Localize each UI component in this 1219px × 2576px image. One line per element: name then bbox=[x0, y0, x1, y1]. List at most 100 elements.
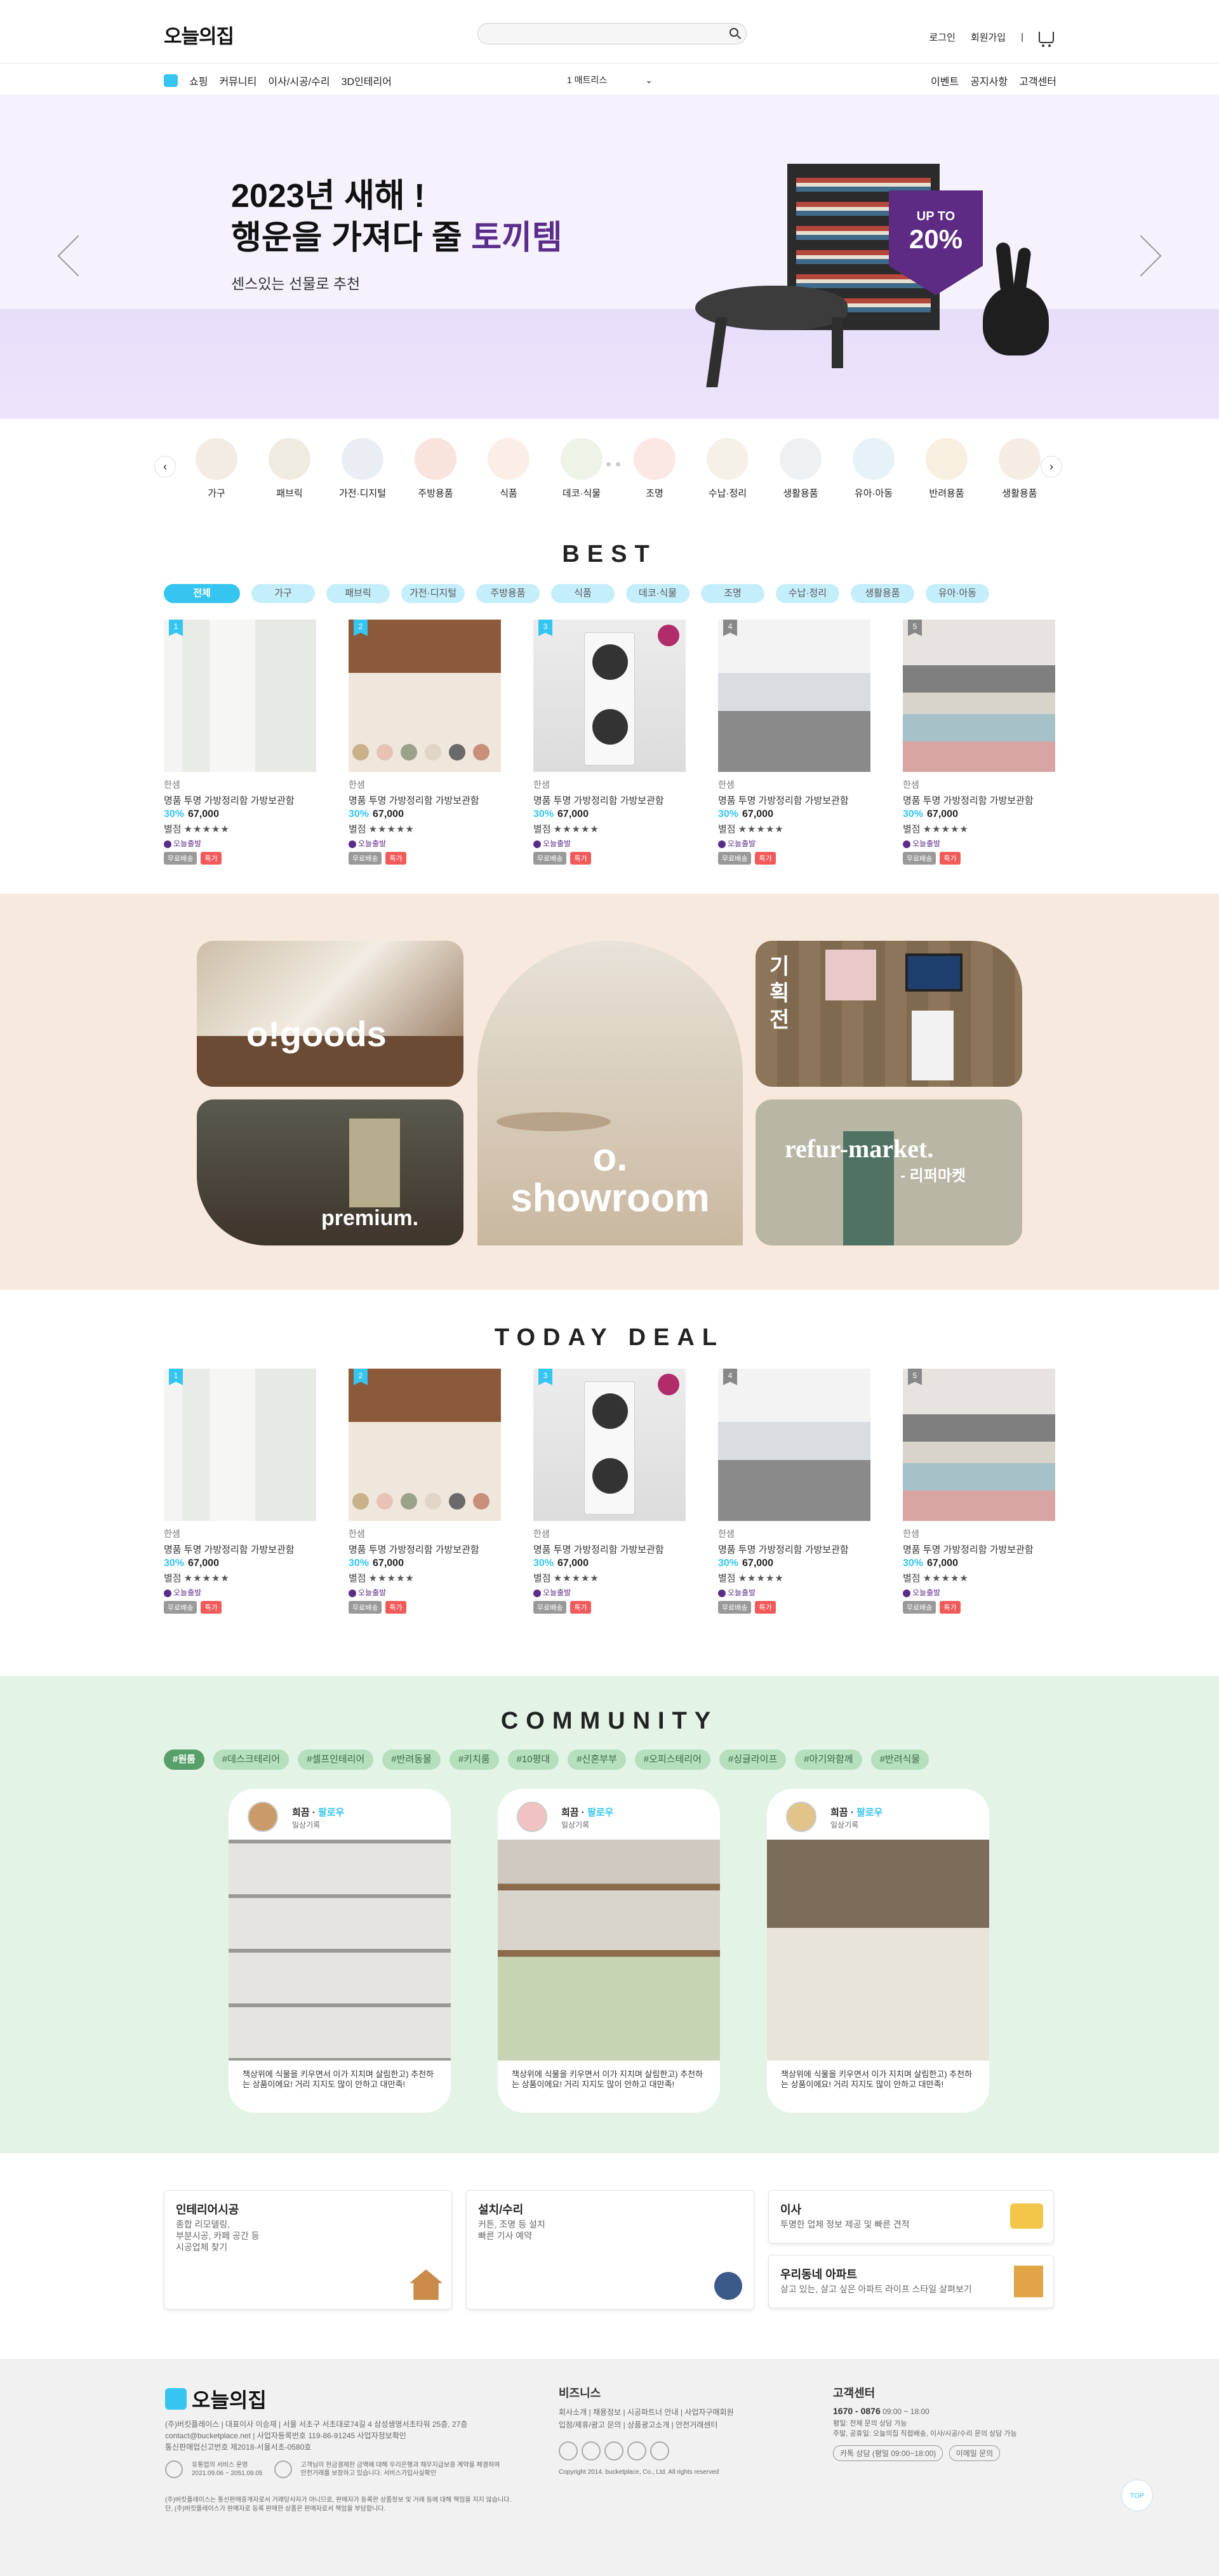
category-item[interactable]: 가구 bbox=[191, 438, 242, 500]
product-image[interactable]: 3 bbox=[533, 1369, 686, 1521]
nav-cs[interactable]: 고객센터 bbox=[1019, 73, 1056, 88]
category-item[interactable]: 조명 bbox=[629, 438, 680, 500]
filter-chip[interactable]: 식품 bbox=[551, 584, 615, 603]
filter-chip[interactable]: 조명 bbox=[701, 584, 764, 603]
hashtag-chip[interactable]: #키치룸 bbox=[449, 1749, 499, 1770]
showroom-tile[interactable]: o. showroom bbox=[477, 941, 743, 1245]
premium-tile[interactable]: premium. bbox=[197, 1099, 463, 1245]
category-item[interactable]: 주방용품 bbox=[410, 438, 461, 500]
avatar[interactable] bbox=[248, 1802, 278, 1832]
product-image[interactable]: 3 bbox=[533, 620, 686, 772]
product-image[interactable]: 4 bbox=[718, 1369, 870, 1521]
service-interior[interactable]: 인테리어시공 종합 리모델링, 부분시공, 카페 공간 등 시공업체 찾기 bbox=[164, 2190, 452, 2309]
hashtag-chip[interactable]: #원룸 bbox=[164, 1749, 204, 1770]
product-name[interactable]: 명품 투명 가방정리함 가방보관함 bbox=[718, 1543, 870, 1556]
product-image[interactable]: 1 bbox=[164, 620, 316, 772]
youtube-icon[interactable] bbox=[559, 2441, 578, 2460]
hashtag-chip[interactable]: #아기와함께 bbox=[795, 1749, 862, 1770]
search-input[interactable] bbox=[477, 23, 747, 44]
category-prev-icon[interactable]: ‹ bbox=[154, 456, 176, 477]
scroll-top-button[interactable]: TOP bbox=[1121, 2480, 1153, 2511]
community-card[interactable]: 희끔 · 팔로우 일상기록 책상위에 식물을 키우면서 이가 지치며 살림한고) 추… bbox=[767, 1789, 989, 2113]
service-repair[interactable]: 설치/수리 커튼, 조명 등 설치 빠른 기사 예약 bbox=[466, 2190, 754, 2309]
post-photo[interactable] bbox=[498, 1840, 720, 2061]
facebook-icon[interactable] bbox=[604, 2441, 623, 2460]
business-links[interactable]: 회사소개 | 채용정보 | 시공파트너 안내 | 사업자구매회원 입점/제휴/광고… bbox=[559, 2406, 734, 2431]
filter-chip[interactable]: 패브릭 bbox=[326, 584, 390, 603]
prev-arrow-icon[interactable] bbox=[57, 235, 99, 277]
category-item[interactable]: 식품 bbox=[483, 438, 534, 500]
product-name[interactable]: 명품 투명 가방정리함 가방보관함 bbox=[718, 793, 870, 807]
exhibition-tile[interactable]: 기획전 bbox=[756, 941, 1022, 1087]
login-link[interactable]: 로그인 bbox=[929, 30, 955, 44]
kakao-chat-button[interactable]: 카톡 상담 (평일 09:00~18:00) bbox=[833, 2445, 943, 2461]
chevron-down-icon[interactable]: ⌄ bbox=[645, 75, 653, 85]
ranking-ticker[interactable]: 1 매트리스 ⌄ bbox=[567, 74, 653, 86]
category-item[interactable]: 수납·정리 bbox=[702, 438, 753, 500]
author-name[interactable]: 희끔 · 팔로우 bbox=[561, 1805, 613, 1819]
product-card[interactable]: 2 한샘 명품 투명 가방정리함 가방보관함 30% 67,000 별점 ★★★★★ 오늘출발… bbox=[349, 620, 501, 865]
product-name[interactable]: 명품 투명 가방정리함 가방보관함 bbox=[903, 793, 1055, 807]
category-item[interactable]: 패브릭 bbox=[264, 438, 315, 500]
follow-button[interactable]: 팔로우 bbox=[856, 1807, 883, 1818]
filter-chip[interactable]: 가전·디지털 bbox=[401, 584, 465, 603]
nav-event[interactable]: 이벤트 bbox=[931, 73, 959, 88]
ogoods-tile[interactable]: o!goods bbox=[197, 941, 463, 1087]
nav-moving[interactable]: 이사/시공/수리 bbox=[268, 73, 330, 88]
nav-3d[interactable]: 3D인테리어 bbox=[342, 73, 392, 88]
author-name[interactable]: 희끔 · 팔로우 bbox=[830, 1805, 883, 1819]
product-name[interactable]: 명품 투명 가방정리함 가방보관함 bbox=[533, 793, 686, 807]
site-logo[interactable]: 오늘의집 bbox=[164, 20, 234, 49]
hashtag-chip[interactable]: #셀프인테리어 bbox=[298, 1749, 374, 1770]
hero-banner[interactable]: 2023년 새해 ! 행운을 가져다 줄 토끼템 센스있는 선물로 추천 UP T… bbox=[0, 95, 1219, 467]
product-name[interactable]: 명품 투명 가방정리함 가방보관함 bbox=[164, 793, 316, 807]
refur-tile[interactable]: refur-market. - 리퍼마켓 bbox=[756, 1099, 1022, 1245]
product-card[interactable]: 1 한샘 명품 투명 가방정리함 가방보관함 30% 67,000 별점 ★★★★★ 오늘출발… bbox=[164, 1369, 316, 1614]
nav-notice[interactable]: 공지사항 bbox=[970, 73, 1008, 88]
filter-chip[interactable]: 생활용품 bbox=[851, 584, 914, 603]
nav-community[interactable]: 커뮤니티 bbox=[219, 73, 256, 88]
filter-chip[interactable]: 주방용품 bbox=[476, 584, 540, 603]
product-card[interactable]: 3 한샘 명품 투명 가방정리함 가방보관함 30% 67,000 별점 ★★★★★ 오늘출발… bbox=[533, 1369, 686, 1614]
hashtag-chip[interactable]: #데스크테리어 bbox=[213, 1749, 290, 1770]
nav-shopping[interactable]: 쇼핑 bbox=[189, 73, 208, 88]
product-image[interactable]: 2 bbox=[349, 1369, 501, 1521]
post-photo[interactable] bbox=[767, 1840, 989, 2061]
category-item[interactable]: 반려용품 bbox=[921, 438, 972, 500]
category-item[interactable]: 생활용품 bbox=[994, 438, 1045, 500]
filter-chip[interactable]: 전체 bbox=[164, 584, 240, 603]
product-name[interactable]: 명품 투명 가방정리함 가방보관함 bbox=[349, 1543, 501, 1556]
filter-chip[interactable]: 수납·정리 bbox=[776, 584, 839, 603]
hashtag-chip[interactable]: #오피스테리어 bbox=[634, 1749, 710, 1770]
service-apartment[interactable]: 우리동네 아파트 살고 있는, 살고 싶은 아파트 라이프 스타일 살펴보기 bbox=[768, 2255, 1054, 2308]
hashtag-chip[interactable]: #10평대 bbox=[507, 1749, 559, 1770]
filter-chip[interactable]: 유아·아동 bbox=[926, 584, 989, 603]
product-name[interactable]: 명품 투명 가방정리함 가방보관함 bbox=[903, 1543, 1055, 1556]
community-card[interactable]: 희끔 · 팔로우 일상기록 책상위에 식물을 키우면서 이가 지치며 살림한고) 추… bbox=[498, 1789, 720, 2113]
cart-icon[interactable] bbox=[1039, 31, 1054, 47]
product-image[interactable]: 5 bbox=[903, 620, 1055, 772]
hashtag-chip[interactable]: #반려동물 bbox=[382, 1749, 441, 1770]
category-item[interactable]: 생활용품 bbox=[775, 438, 826, 500]
category-item[interactable]: 유아·아동 bbox=[848, 438, 899, 500]
follow-button[interactable]: 팔로우 bbox=[587, 1807, 613, 1818]
product-card[interactable]: 3 한샘 명품 투명 가방정리함 가방보관함 30% 67,000 별점 ★★★★★ 오늘출발… bbox=[533, 620, 686, 865]
email-inquiry-button[interactable]: 이메일 문의 bbox=[949, 2445, 1001, 2461]
product-card[interactable]: 5 한샘 명품 투명 가방정리함 가방보관함 30% 67,000 별점 ★★★★★ 오늘출발… bbox=[903, 1369, 1055, 1614]
product-image[interactable]: 1 bbox=[164, 1369, 316, 1521]
next-arrow-icon[interactable] bbox=[1120, 235, 1162, 277]
filter-chip[interactable]: 데코·식물 bbox=[626, 584, 689, 603]
avatar[interactable] bbox=[517, 1802, 547, 1832]
post-photo[interactable] bbox=[229, 1840, 451, 2061]
product-name[interactable]: 명품 투명 가방정리함 가방보관함 bbox=[533, 1543, 686, 1556]
product-image[interactable]: 4 bbox=[718, 620, 870, 772]
product-image[interactable]: 2 bbox=[349, 620, 501, 772]
product-card[interactable]: 1 한샘 명품 투명 가방정리함 가방보관함 30% 67,000 별점 ★★★★★ 오늘출발… bbox=[164, 620, 316, 865]
filter-chip[interactable]: 가구 bbox=[251, 584, 315, 603]
app-icon[interactable] bbox=[650, 2441, 669, 2460]
avatar[interactable] bbox=[786, 1802, 816, 1832]
hashtag-chip[interactable]: #신혼부부 bbox=[568, 1749, 626, 1770]
signup-link[interactable]: 회원가입 bbox=[971, 30, 1006, 44]
hashtag-chip[interactable]: #반려식물 bbox=[870, 1749, 929, 1770]
product-card[interactable]: 5 한샘 명품 투명 가방정리함 가방보관함 30% 67,000 별점 ★★★★★ 오늘출발… bbox=[903, 620, 1055, 865]
